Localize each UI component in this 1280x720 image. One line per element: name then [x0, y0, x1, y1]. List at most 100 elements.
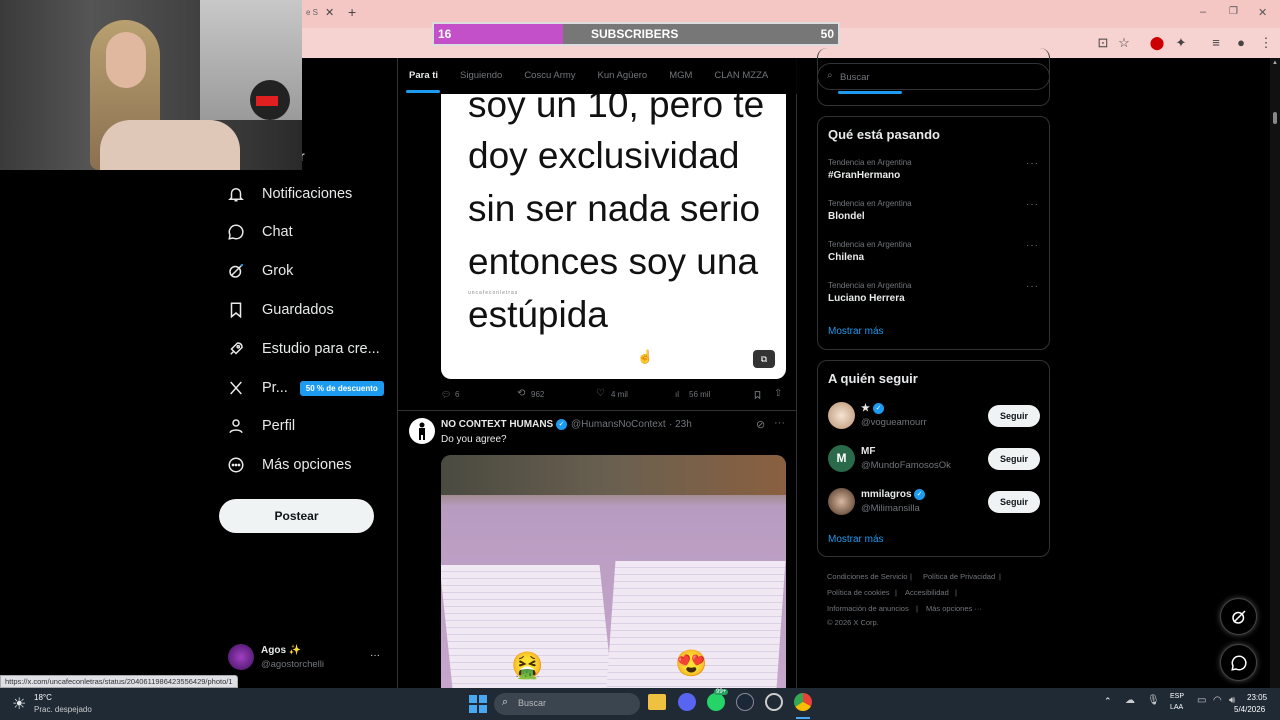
footer-link[interactable]: Información de anuncios	[827, 604, 909, 613]
file-explorer-icon[interactable]	[648, 694, 666, 710]
follow-handle[interactable]: @vogueamourr	[861, 417, 927, 428]
bookmark-action-icon[interactable]	[753, 390, 762, 402]
discord-icon[interactable]	[678, 693, 696, 711]
obs-icon[interactable]	[765, 693, 783, 711]
tab-close-icon[interactable]: ✕	[325, 6, 334, 19]
weather-temp[interactable]: 18°C	[34, 693, 52, 702]
tab-coscu-army[interactable]: Coscu Army	[513, 58, 586, 94]
clock-date[interactable]: 5/4/2026	[1234, 705, 1265, 714]
star-icon[interactable]: ☆	[1115, 34, 1133, 52]
messages-float-button[interactable]	[1220, 644, 1257, 681]
footer-link[interactable]: Condiciones de Servicio	[827, 572, 907, 581]
follow-avatar[interactable]: M	[828, 445, 855, 472]
weather-icon[interactable]: ☀	[12, 694, 26, 714]
post-button[interactable]: Postear	[219, 499, 374, 533]
trend-more-icon[interactable]: ···	[1026, 281, 1039, 292]
new-tab-button[interactable]: +	[348, 4, 356, 20]
tray-wifi-icon[interactable]: ◠	[1213, 695, 1222, 706]
grok-tweet-icon[interactable]: ⊘	[756, 418, 765, 431]
chrome-icon[interactable]	[794, 693, 812, 711]
tab-kun-aguero[interactable]: Kun Agüero	[587, 58, 659, 94]
author-avatar[interactable]	[409, 418, 435, 444]
trend-name[interactable]: Blondel	[828, 211, 865, 222]
account-avatar[interactable]	[228, 644, 254, 670]
views-icon[interactable]: ıl	[675, 390, 679, 399]
tweet-author-name[interactable]: NO CONTEXT HUMANS	[441, 419, 553, 430]
sidebar-item-mas-opciones[interactable]: Más opciones	[226, 451, 351, 479]
scroll-up-icon[interactable]: ▲	[1272, 60, 1278, 66]
follow-button[interactable]: Seguir	[988, 448, 1040, 470]
trends-show-more[interactable]: Mostrar más	[828, 326, 884, 337]
trend-name[interactable]: Chilena	[828, 252, 864, 263]
scrollbar-thumb[interactable]	[1273, 112, 1277, 124]
minimize-button[interactable]: –	[1200, 6, 1206, 18]
trend-name[interactable]: Luciano Herrera	[828, 293, 905, 304]
sidebar-item-premium[interactable]: Pr... 50 % de descuento	[226, 374, 384, 402]
tray-chevron-icon[interactable]: ⌃	[1104, 696, 1112, 707]
windows-start-icon[interactable]	[469, 695, 487, 713]
trend-more-icon[interactable]: ···	[1026, 199, 1039, 210]
profile-avatar-icon[interactable]: ●	[1232, 34, 1250, 52]
trend-name[interactable]: #GranHermano	[828, 170, 900, 181]
trend-more-icon[interactable]: ···	[1026, 240, 1039, 251]
tab-siguiendo[interactable]: Siguiendo	[449, 58, 513, 94]
tab-mgm[interactable]: MGM	[658, 58, 703, 94]
taskbar-search[interactable]: ⌕ Buscar	[494, 693, 640, 715]
taskbar-search-input[interactable]: Buscar	[518, 698, 546, 708]
sidebar-item-grok[interactable]: Grok	[226, 257, 293, 285]
steam-icon[interactable]	[736, 693, 754, 711]
follow-name[interactable]: MF	[861, 446, 875, 457]
tab-para-ti[interactable]: Para ti	[398, 58, 449, 94]
follow-button[interactable]: Seguir	[988, 405, 1040, 427]
sidebar-item-notificaciones[interactable]: Notificaciones	[226, 180, 352, 208]
footer-link[interactable]: Accesibilidad	[905, 588, 949, 597]
account-more-icon[interactable]: ···	[370, 650, 380, 661]
follow-avatar[interactable]	[828, 402, 855, 429]
share-icon[interactable]: ⇧	[774, 388, 782, 399]
sidebar-item-perfil[interactable]: Perfil	[226, 412, 295, 440]
close-window-button[interactable]: ✕	[1258, 6, 1267, 19]
footer-link[interactable]: Política de cookies	[827, 588, 890, 597]
tray-display-icon[interactable]: ▭	[1197, 695, 1206, 706]
reading-list-icon[interactable]: ≡	[1207, 34, 1225, 52]
footer-link[interactable]: Más opciones ···	[926, 604, 982, 613]
repost-icon[interactable]: ⟲	[517, 388, 525, 399]
adblock-icon[interactable]: ⬤	[1148, 34, 1166, 52]
tab-clan-mzza[interactable]: CLAN MZZA	[703, 58, 779, 94]
follow-handle[interactable]: @MundoFamososOk	[861, 460, 951, 471]
trend-more-icon[interactable]: ···	[1026, 158, 1039, 169]
tweet-photo[interactable]: 🤮 😍	[441, 455, 786, 688]
language-bottom[interactable]: LAA	[1170, 704, 1183, 711]
sidebar-item-chat[interactable]: Chat	[226, 218, 293, 246]
browser-menu-icon[interactable]: ⋮	[1257, 34, 1275, 52]
language-top[interactable]: ESP	[1170, 693, 1184, 700]
tweet-author-handle[interactable]: @HumansNoContext	[571, 419, 666, 430]
like-icon[interactable]: ♡	[596, 388, 605, 399]
follow-avatar[interactable]	[828, 488, 855, 515]
follow-handle[interactable]: @Milimansilla	[861, 503, 920, 514]
footer-link[interactable]: Política de Privacidad	[923, 572, 995, 581]
tweet-more-icon[interactable]: ···	[774, 417, 785, 429]
tray-network-icon[interactable]: ☁	[1125, 695, 1135, 706]
extensions-icon[interactable]: ✦	[1172, 34, 1190, 52]
page-scrollbar[interactable]: ▲	[1270, 58, 1280, 688]
reply-icon[interactable]: 💬︎	[441, 390, 451, 399]
weather-desc[interactable]: Prac. despejado	[34, 705, 92, 714]
clock-time[interactable]: 23:05	[1247, 693, 1267, 702]
sidebar-item-estudio[interactable]: Estudio para cre...	[226, 335, 380, 363]
follow-show-more[interactable]: Mostrar más	[828, 534, 884, 545]
install-app-icon[interactable]: ⊡	[1094, 34, 1112, 52]
follow-button[interactable]: Seguir	[988, 491, 1040, 513]
grok-float-button[interactable]	[1220, 598, 1257, 635]
sidebar-item-guardados[interactable]: Guardados	[226, 296, 334, 324]
image-edit-icon[interactable]: ⧉	[753, 350, 775, 368]
follow-name[interactable]: ★	[861, 403, 870, 414]
tweet-image[interactable]: soy un 10, pero te doy exclusividad sin …	[441, 94, 786, 379]
whatsapp-icon[interactable]	[707, 693, 725, 711]
sidebar-item-label: Pr...	[262, 380, 288, 396]
follow-name[interactable]: mmilagros	[861, 489, 912, 500]
tweet-time[interactable]: · 23h	[669, 419, 692, 430]
maximize-button[interactable]: ❐	[1229, 6, 1238, 17]
tab-partial-title[interactable]: e S	[306, 8, 318, 17]
tray-mic-icon[interactable]: 🎙︎	[1147, 695, 1160, 706]
